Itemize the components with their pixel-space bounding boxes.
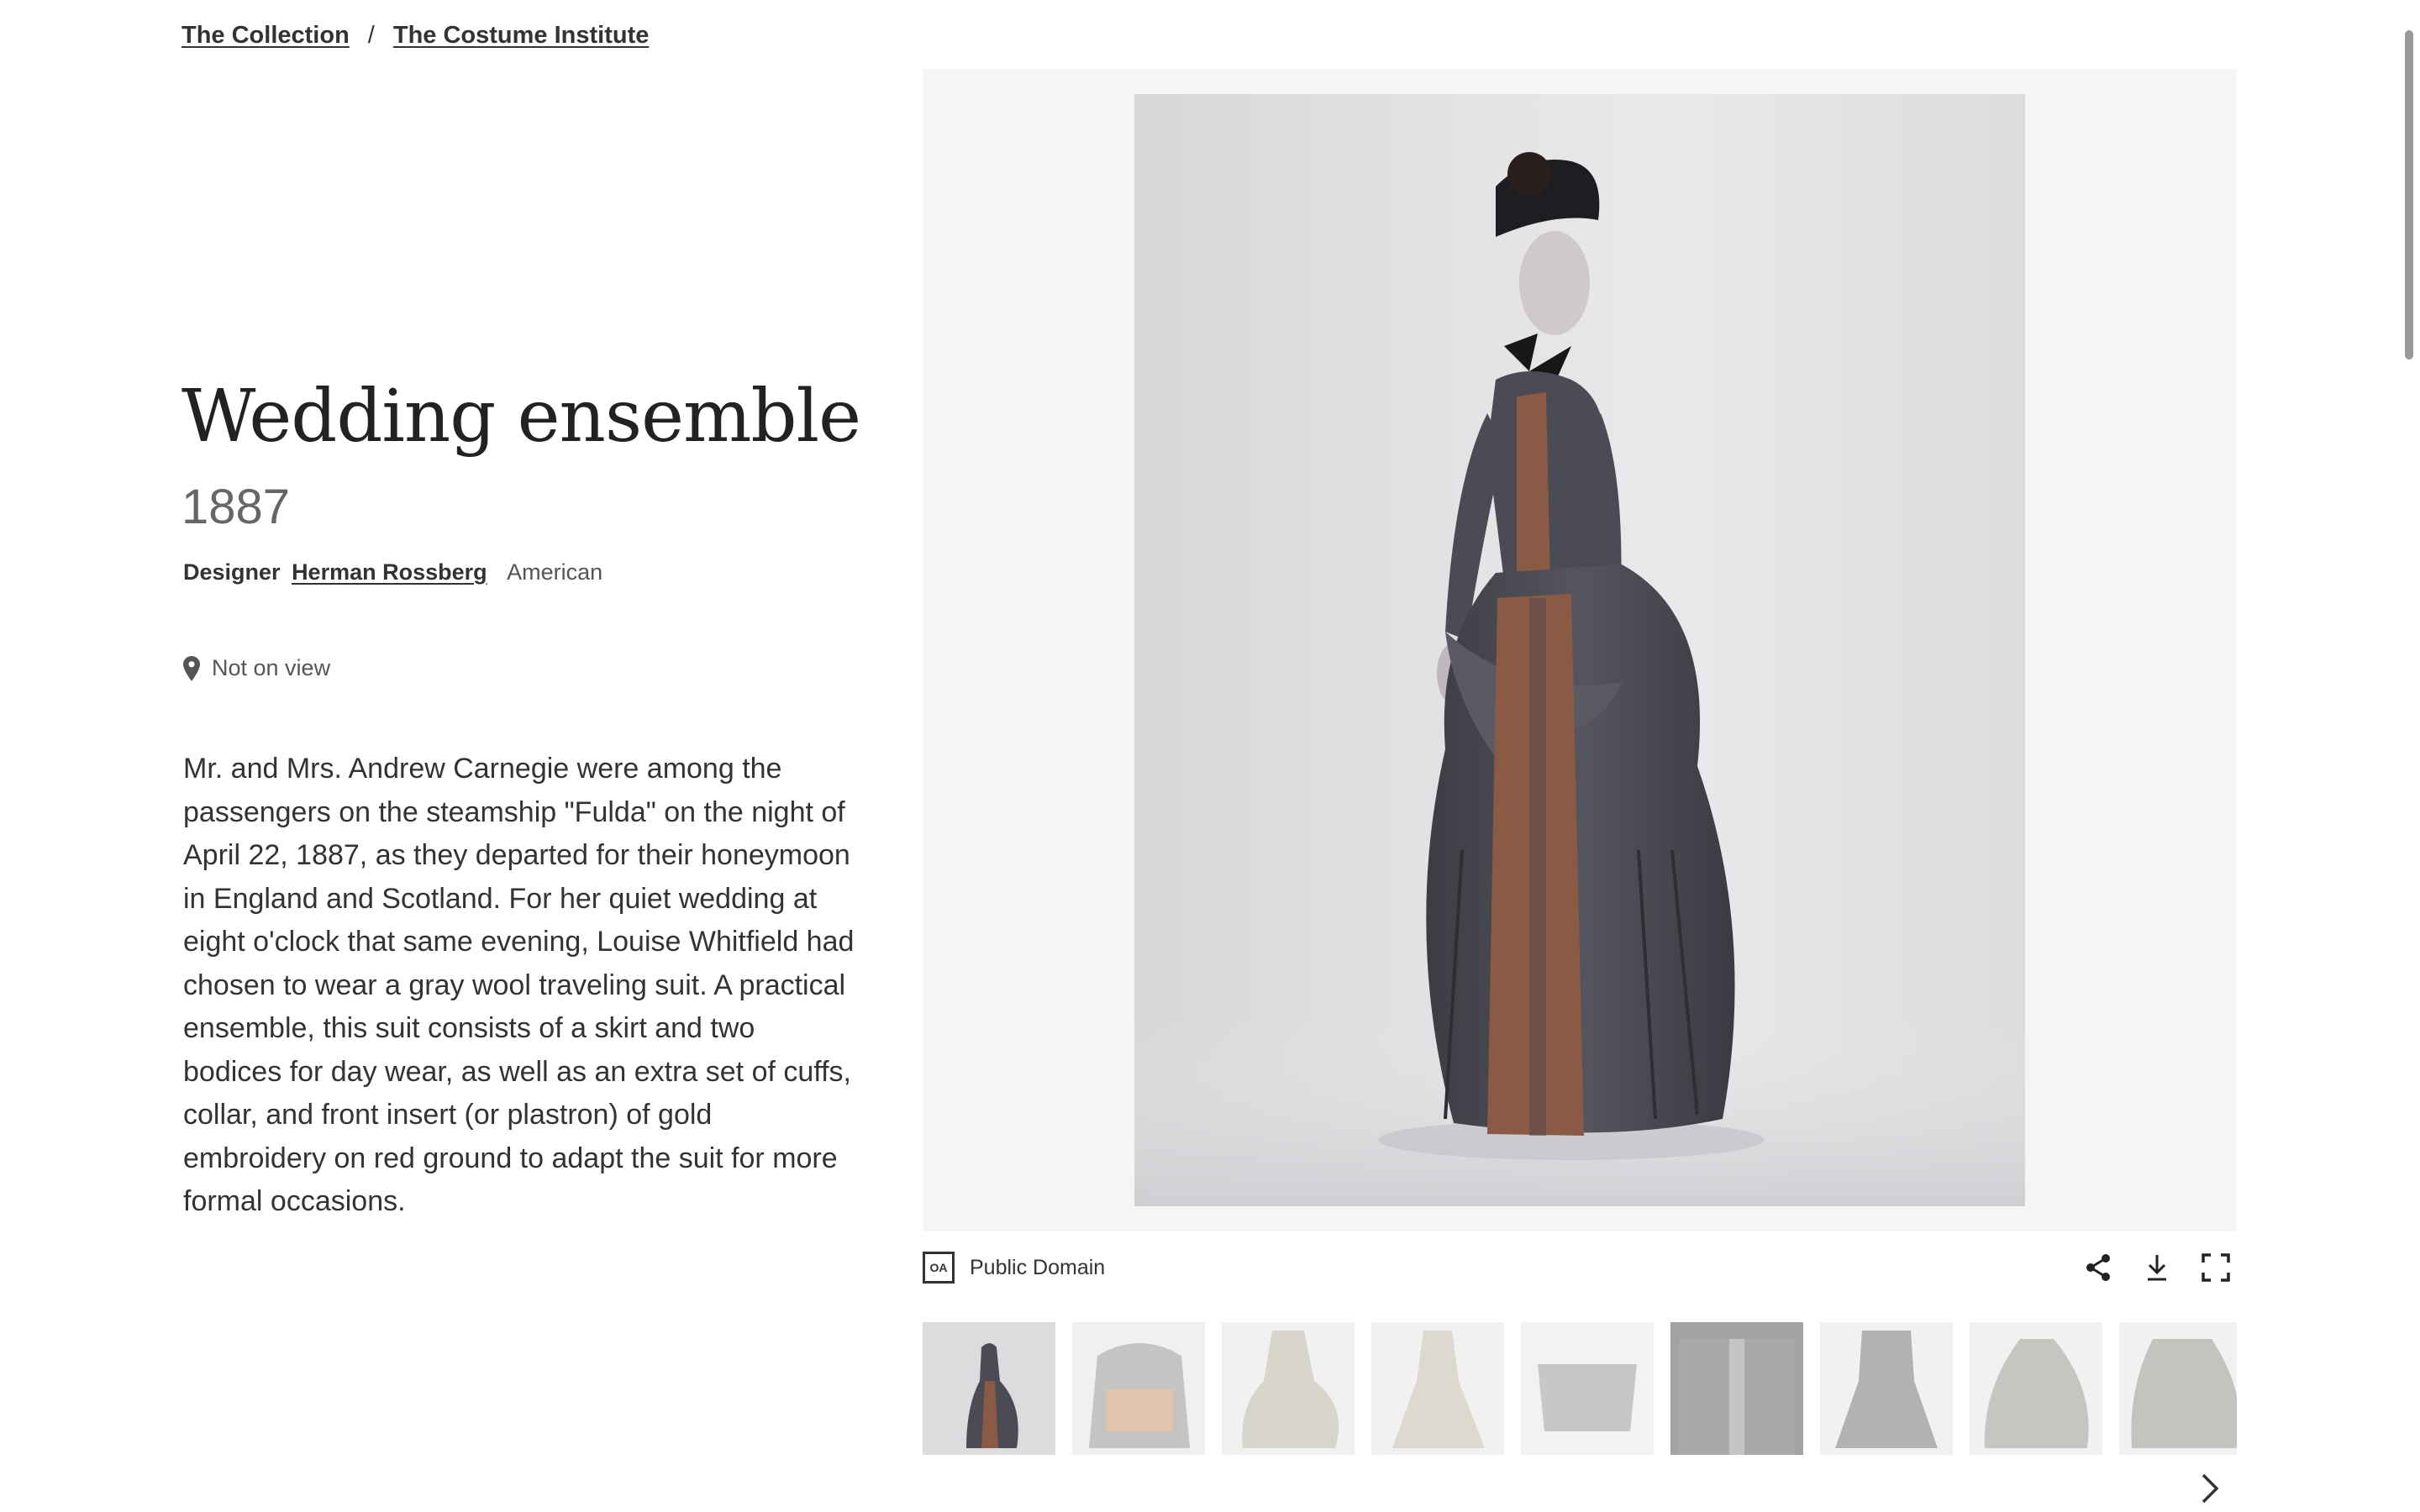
rights-label: Public Domain [970,1255,1106,1279]
artwork-maker: Designer Herman Rossberg American [183,559,602,585]
fullscreen-button[interactable] [2198,1250,2233,1285]
thumbnail-image [923,1322,1055,1455]
share-icon [2086,1254,2110,1281]
map-pin-icon [183,655,200,681]
rights-statement: OA Public Domain [923,1252,1105,1284]
thumbnail-image [1820,1322,1953,1455]
image-tools [2081,1250,2233,1285]
breadcrumb: The Collection / The Costume Institute [182,22,649,50]
breadcrumb-separator: / [367,22,375,49]
chevron-right-icon[interactable] [2195,1472,2225,1505]
maker-role: Designer [183,559,281,585]
share-button[interactable] [2081,1250,2116,1285]
thumbnail-4[interactable] [1521,1322,1654,1455]
thumbnail-5[interactable] [1670,1322,1803,1455]
image-viewer [923,69,2237,1231]
artwork-title: Wedding ensemble [182,375,861,459]
main-artwork-image[interactable] [1134,94,2025,1206]
location-status: Not on view [183,655,330,681]
maker-name-link[interactable]: Herman Rossberg [292,559,487,585]
thumbnail-image [2119,1322,2237,1455]
fullscreen-icon [2202,1253,2230,1282]
thumbnail-image [1072,1322,1205,1455]
thumbnail-image [1670,1322,1803,1455]
artwork-description: Mr. and Mrs. Andrew Carnegie were among … [183,753,855,1217]
download-icon [2148,1255,2166,1281]
thumbnail-strip [923,1322,2237,1457]
download-button[interactable] [2139,1250,2175,1285]
breadcrumb-link-costume-institute[interactable]: The Costume Institute [393,22,650,50]
thumbnail-8[interactable] [2119,1322,2237,1455]
thumbnail-image [1521,1322,1654,1455]
thumbnail-6[interactable] [1820,1322,1953,1455]
thumbnail-0[interactable] [923,1322,1055,1455]
breadcrumb-link-collection[interactable]: The Collection [182,22,350,50]
thumbnail-image [1371,1322,1504,1455]
location-status-text: Not on view [212,655,331,680]
maker-nationality: American [507,559,603,585]
scrollbar-thumb[interactable] [2405,30,2413,360]
thumbnail-image [1222,1322,1355,1455]
open-access-icon: OA [923,1252,955,1284]
dress-illustration [1134,152,2025,1206]
thumbnail-2[interactable] [1222,1322,1355,1455]
artwork-date: 1887 [182,480,291,534]
thumbnail-image [1970,1322,2102,1455]
thumbnail-1[interactable] [1072,1322,1205,1455]
thumbnail-3[interactable] [1371,1322,1504,1455]
thumbnail-7[interactable] [1970,1322,2102,1455]
